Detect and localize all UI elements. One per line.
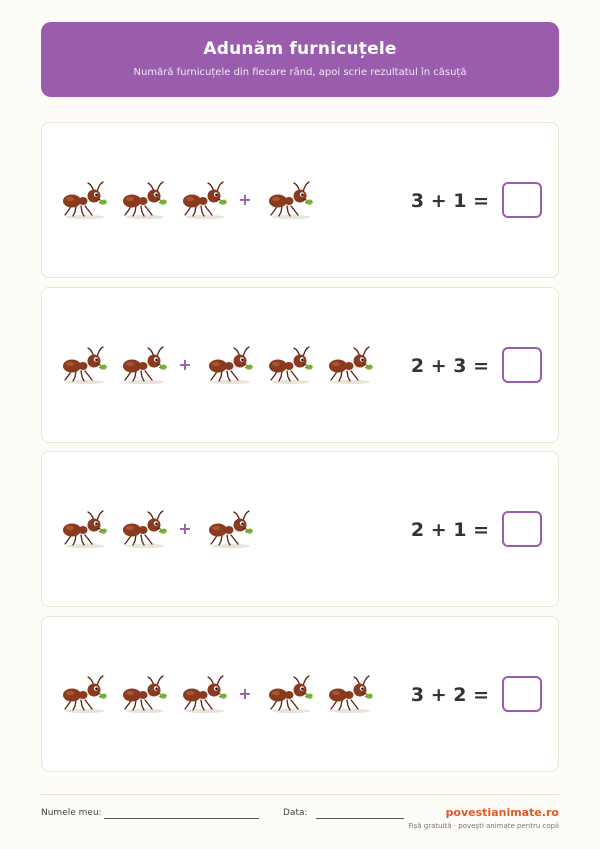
ant-icon	[268, 674, 314, 714]
answer-box[interactable]	[502, 347, 542, 383]
ant-icon	[62, 345, 108, 385]
ant-icon	[268, 180, 314, 220]
answer-box[interactable]	[502, 676, 542, 712]
ant-icon	[268, 345, 314, 385]
answer-box[interactable]	[502, 511, 542, 547]
ant-icon	[182, 674, 228, 714]
plus-sign: +	[238, 684, 252, 703]
ant-group: +	[42, 288, 372, 442]
ant-icon	[122, 674, 168, 714]
exercise-card: +2 + 1 =	[41, 451, 559, 607]
equation-text: 2 + 1 =	[410, 519, 489, 541]
ant-icon	[182, 180, 228, 220]
ant-group: +	[42, 123, 372, 277]
ant-icon	[122, 180, 168, 220]
answer-box[interactable]	[502, 182, 542, 218]
footer-divider	[41, 794, 559, 795]
ant-group: +	[42, 452, 372, 606]
ant-group: +	[42, 617, 372, 771]
plus-sign: +	[238, 190, 252, 209]
brand-tagline: Fișă gratuită · povești animate pentru c…	[408, 822, 559, 830]
worksheet-header: Adunăm furnicuțele Numără furnicuțele di…	[41, 22, 559, 97]
ant-icon	[328, 345, 374, 385]
equation-text: 3 + 1 =	[410, 190, 489, 212]
date-label: Data:	[283, 808, 308, 818]
worksheet-title: Adunăm furnicuțele	[203, 39, 397, 59]
brand-name[interactable]: povestianimate.ro	[446, 806, 559, 819]
ant-icon	[122, 345, 168, 385]
equation-text: 2 + 3 =	[410, 355, 489, 377]
exercise-card: +2 + 3 =	[41, 287, 559, 443]
ant-icon	[208, 509, 254, 549]
ant-icon	[208, 345, 254, 385]
exercise-card: +3 + 1 =	[41, 122, 559, 278]
ant-icon	[62, 674, 108, 714]
plus-sign: +	[178, 519, 192, 538]
exercise-card: +3 + 2 =	[41, 616, 559, 772]
ant-icon	[62, 509, 108, 549]
equation-text: 3 + 2 =	[410, 684, 489, 706]
name-blank-line[interactable]	[104, 818, 259, 819]
ant-icon	[122, 509, 168, 549]
worksheet-instructions: Numără furnicuțele din fiecare rând, apo…	[133, 67, 467, 78]
name-label: Numele meu:	[41, 808, 102, 818]
plus-sign: +	[178, 355, 192, 374]
ant-icon	[328, 674, 374, 714]
ant-icon	[62, 180, 108, 220]
date-blank-line[interactable]	[316, 818, 404, 819]
